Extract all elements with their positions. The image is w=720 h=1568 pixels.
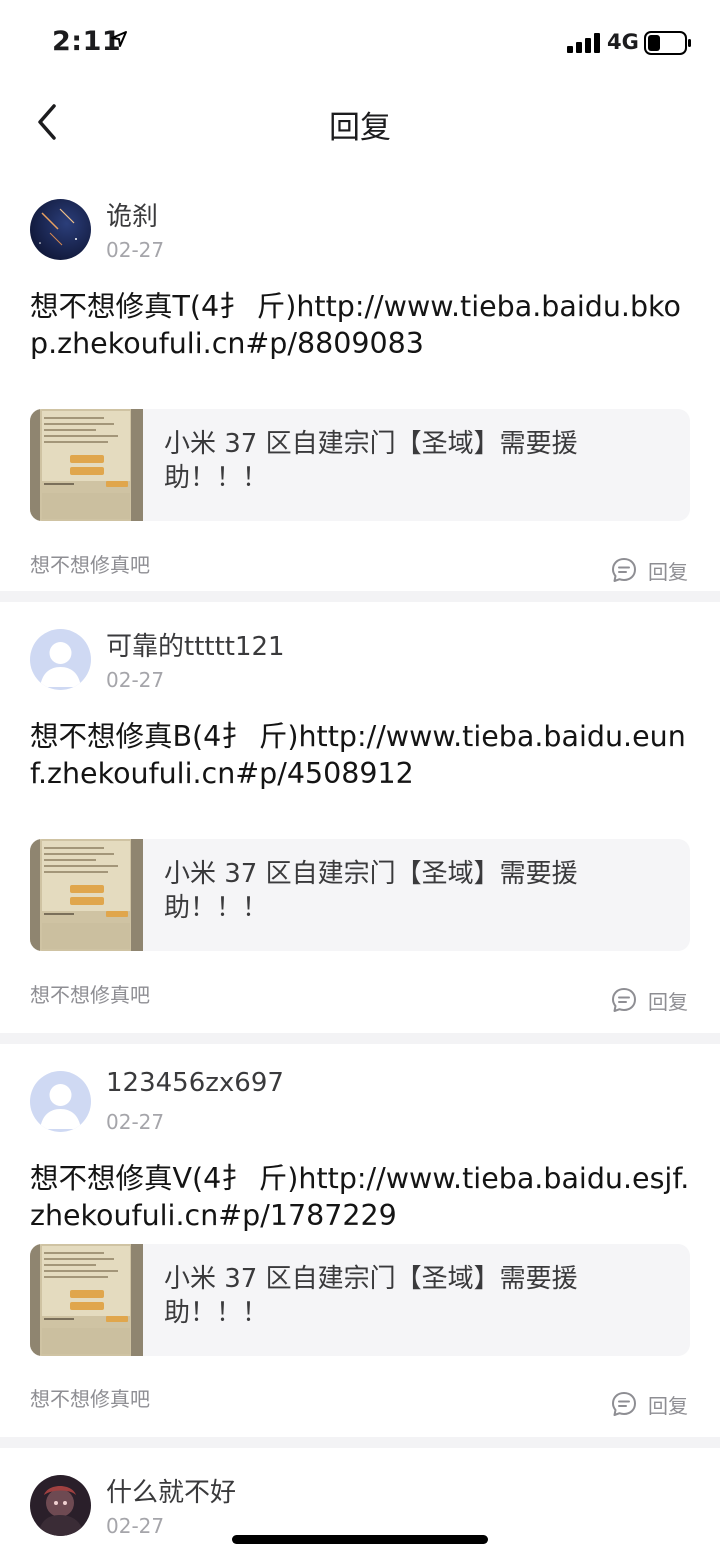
divider: [0, 1033, 720, 1044]
comment-icon: [612, 558, 636, 582]
post-date: 02-27: [106, 1514, 165, 1538]
link-card-title: 小米 37 区自建宗门【圣域】需要援助！！！: [164, 859, 578, 923]
reply-button[interactable]: 回复: [610, 985, 692, 1015]
comment-icon: [612, 988, 636, 1012]
page-title: 回复: [329, 110, 391, 146]
link-card[interactable]: 小米 37 区自建宗门【圣域】需要援助！！！: [30, 1244, 690, 1356]
post-text: 想不想修真V(4扌 斤)http://www.tieba.baidu.esjf.…: [30, 1162, 690, 1232]
post-text: 想不想修真T(4扌 斤)http://www.tieba.baidu.bkop.…: [30, 290, 681, 360]
avatar[interactable]: [30, 1475, 91, 1536]
link-card[interactable]: 小米 37 区自建宗门【圣域】需要援助！！！: [30, 409, 690, 521]
source-forum[interactable]: 想不想修真吧: [30, 1383, 150, 1412]
divider: [0, 1437, 720, 1448]
comment-icon: [612, 1392, 636, 1416]
post-item[interactable]: 诡刹 02-27 想不想修真T(4扌 斤)http://www.tieba.ba…: [0, 172, 720, 602]
game-screenshot-thumbnail: [30, 1244, 143, 1356]
nav-bar: 回复: [0, 86, 720, 164]
post-item[interactable]: 可靠的ttttt121 02-27 想不想修真B(4扌 斤)http://www…: [0, 602, 720, 1044]
post-text: 想不想修真B(4扌 斤)http://www.tieba.baidu.eunf.…: [30, 720, 686, 790]
post-date: 02-27: [106, 668, 165, 692]
author-name[interactable]: 什么就不好: [106, 1472, 236, 1509]
link-card[interactable]: 小米 37 区自建宗门【圣域】需要援助！！！: [30, 839, 690, 951]
divider: [0, 591, 720, 602]
post-item[interactable]: 123456zx697 02-27 想不想修真V(4扌 斤)http://www…: [0, 1044, 720, 1448]
avatar[interactable]: [30, 199, 91, 260]
avatar[interactable]: [30, 1071, 91, 1132]
status-bar: 2:11 4G: [0, 0, 720, 86]
author-name[interactable]: 诡刹: [106, 196, 158, 233]
reply-label: 回复: [648, 560, 688, 584]
reply-button[interactable]: 回复: [610, 555, 692, 585]
reply-button[interactable]: 回复: [610, 1389, 692, 1419]
game-screenshot-thumbnail: [30, 839, 143, 951]
game-screenshot-thumbnail: [30, 409, 143, 521]
avatar-dark-character-image: [30, 1475, 91, 1536]
battery-icon: [644, 31, 691, 55]
home-indicator[interactable]: [232, 1535, 488, 1544]
source-forum[interactable]: 想不想修真吧: [30, 979, 150, 1008]
default-avatar-icon: [30, 629, 91, 690]
reply-feed: 诡刹 02-27 想不想修真T(4扌 斤)http://www.tieba.ba…: [0, 172, 720, 1568]
network-type: 4G: [607, 30, 639, 54]
post-date: 02-27: [106, 238, 165, 262]
avatar[interactable]: [30, 629, 91, 690]
reply-label: 回复: [648, 1394, 688, 1418]
reply-label: 回复: [648, 990, 688, 1014]
author-name[interactable]: 可靠的ttttt121: [106, 626, 285, 663]
link-card-title: 小米 37 区自建宗门【圣域】需要援助！！！: [164, 429, 578, 493]
location-arrow-icon: [111, 31, 127, 47]
default-avatar-icon: [30, 1071, 91, 1132]
author-name[interactable]: 123456zx697: [106, 1068, 284, 1098]
source-forum[interactable]: 想不想修真吧: [30, 549, 150, 578]
cellular-signal-icon: [567, 33, 600, 53]
post-date: 02-27: [106, 1110, 165, 1134]
link-card-title: 小米 37 区自建宗门【圣域】需要援助！！！: [164, 1264, 578, 1328]
post-item[interactable]: 什么就不好 02-27: [0, 1448, 720, 1568]
avatar-night-sky-image: [30, 199, 91, 260]
